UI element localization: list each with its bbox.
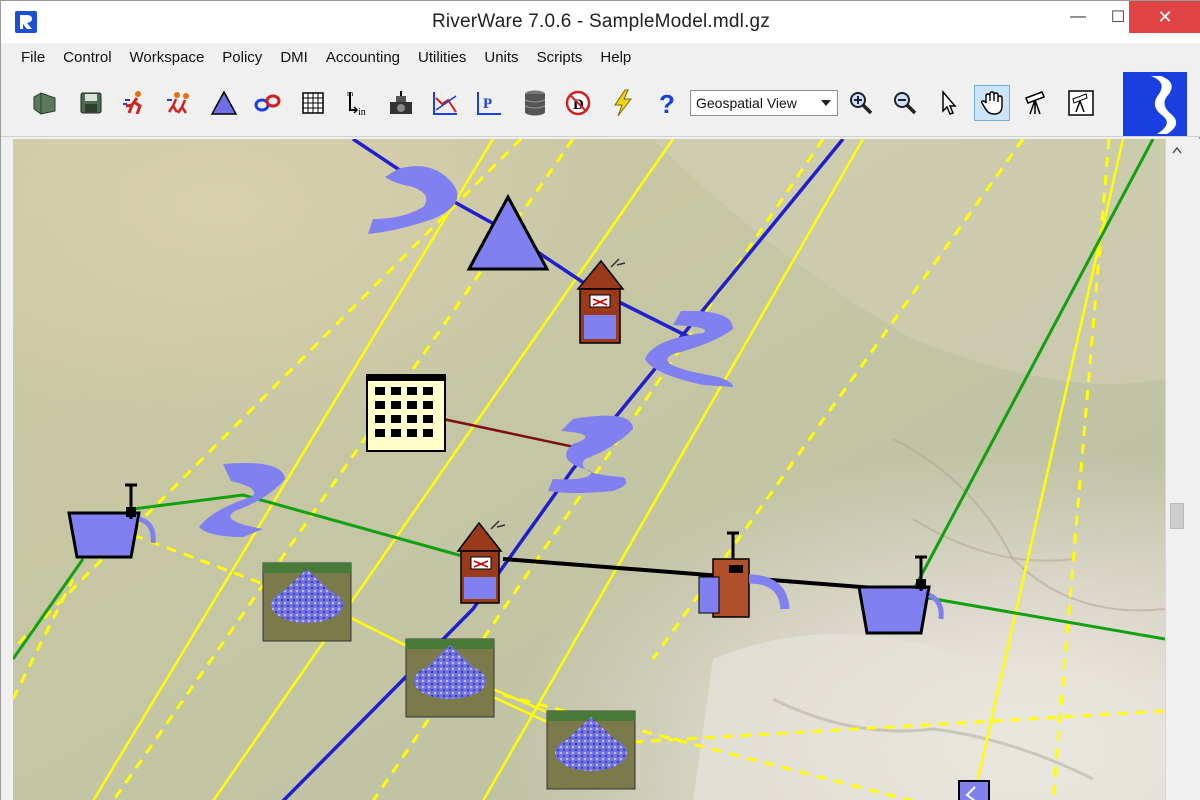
groundwater-storage-icon bbox=[262, 562, 352, 642]
zoom-out-icon[interactable] bbox=[887, 85, 923, 121]
menu-file[interactable]: File bbox=[13, 45, 53, 70]
svg-text:?: ? bbox=[659, 89, 675, 118]
policy-editor-icon[interactable]: P bbox=[471, 85, 507, 121]
zoom-in-icon[interactable] bbox=[843, 85, 879, 121]
dmi-icon[interactable] bbox=[383, 85, 419, 121]
run-icon[interactable] bbox=[117, 85, 153, 121]
plot-icon[interactable] bbox=[427, 85, 463, 121]
svg-text:m: m bbox=[347, 89, 354, 98]
link-icon[interactable] bbox=[250, 85, 286, 121]
pan-hand-icon[interactable] bbox=[974, 85, 1010, 121]
riverware-window: RiverWare 7.0.6 - SampleModel.mdl.gz — ☐… bbox=[0, 0, 1200, 800]
geospatial-map[interactable] bbox=[13, 139, 1165, 800]
pointer-icon[interactable] bbox=[931, 85, 967, 121]
close-button[interactable]: ✕ bbox=[1129, 1, 1200, 33]
data-table-icon[interactable] bbox=[295, 85, 331, 121]
title-bar: RiverWare 7.0.6 - SampleModel.mdl.gz — ☐… bbox=[1, 1, 1200, 43]
diagnostics-icon[interactable]: D bbox=[560, 85, 596, 121]
database-icon[interactable] bbox=[517, 85, 553, 121]
partial-object-icon bbox=[958, 780, 990, 800]
menu-bar: File Control Workspace Policy DMI Accoun… bbox=[1, 43, 1200, 71]
reservoir-object-icon[interactable] bbox=[206, 85, 242, 121]
run-multiple-icon[interactable] bbox=[161, 85, 197, 121]
toolbar: in m P D ? bbox=[1, 71, 1200, 137]
menu-workspace[interactable]: Workspace bbox=[122, 45, 213, 70]
svg-text:P: P bbox=[483, 96, 492, 112]
svg-text:in: in bbox=[358, 107, 366, 118]
menu-help[interactable]: Help bbox=[592, 45, 639, 70]
lightning-icon[interactable] bbox=[605, 85, 641, 121]
view-type-select[interactable]: Geospatial View bbox=[690, 90, 838, 116]
telescope-icon[interactable] bbox=[1019, 85, 1055, 121]
menu-utilities[interactable]: Utilities bbox=[410, 45, 474, 70]
groundwater-storage-icon-3 bbox=[546, 710, 636, 790]
menu-units[interactable]: Units bbox=[476, 45, 526, 70]
menu-control[interactable]: Control bbox=[55, 45, 119, 70]
menu-scripts[interactable]: Scripts bbox=[529, 45, 591, 70]
groundwater-storage-icon-2 bbox=[405, 638, 495, 718]
right-border bbox=[1187, 139, 1200, 800]
view-type-value: Geospatial View bbox=[696, 95, 797, 111]
window-title: RiverWare 7.0.6 - SampleModel.mdl.gz bbox=[431, 11, 771, 32]
riverware-logo bbox=[1123, 72, 1187, 136]
scroll-up-icon[interactable] bbox=[1166, 139, 1188, 161]
vertical-scrollbar[interactable] bbox=[1165, 139, 1187, 800]
left-border bbox=[1, 139, 13, 800]
menu-policy[interactable]: Policy bbox=[214, 45, 270, 70]
easel-telescope-icon[interactable] bbox=[1063, 85, 1099, 121]
save-model-icon[interactable] bbox=[73, 85, 109, 121]
scrollbar-thumb[interactable] bbox=[1170, 503, 1184, 529]
menu-accounting[interactable]: Accounting bbox=[318, 45, 408, 70]
open-model-icon[interactable] bbox=[27, 85, 63, 121]
menu-dmi[interactable]: DMI bbox=[272, 45, 316, 70]
help-icon[interactable]: ? bbox=[649, 85, 685, 121]
data-object-icon bbox=[366, 374, 446, 452]
slot-input-icon[interactable]: in m bbox=[339, 85, 375, 121]
chevron-down-icon bbox=[821, 100, 831, 106]
